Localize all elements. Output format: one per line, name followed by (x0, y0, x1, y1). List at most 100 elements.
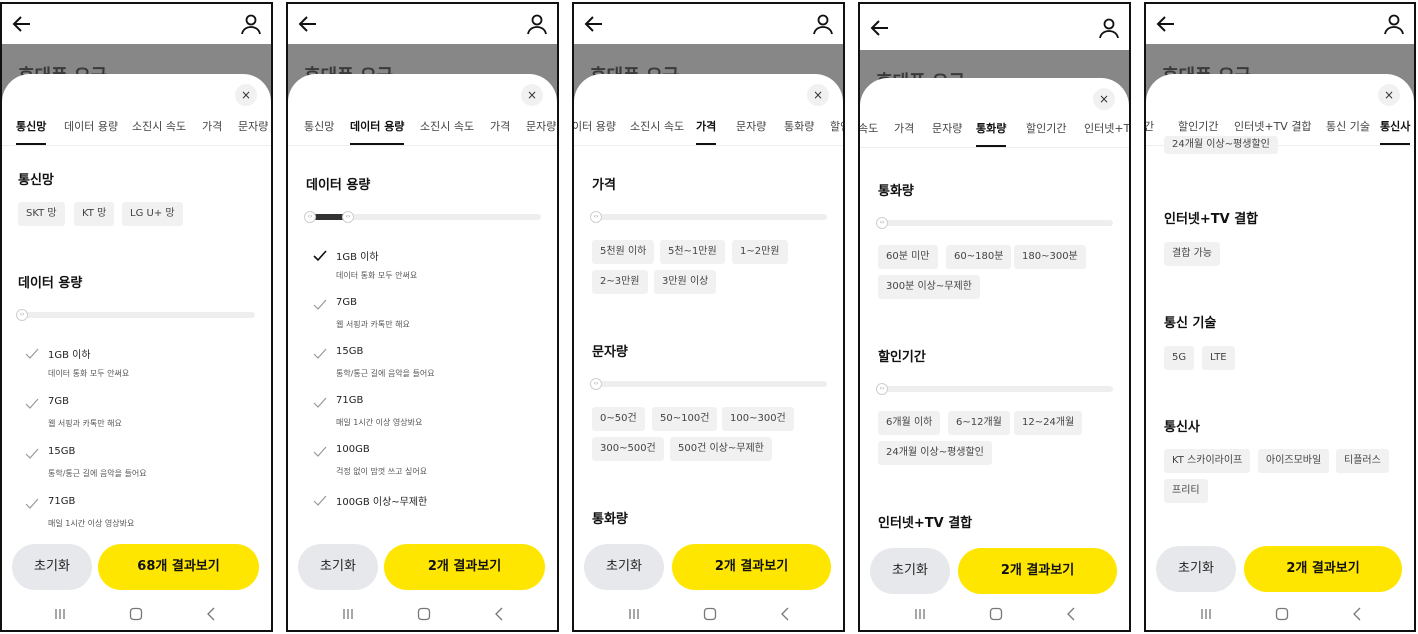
data-slider[interactable]: ‹› (16, 309, 255, 321)
chip-tech[interactable]: LTE (1202, 346, 1235, 370)
tab-data[interactable]: 데이터 용량 (350, 112, 405, 145)
recent-apps-icon[interactable] (912, 606, 928, 622)
voice-slider[interactable]: ‹› (876, 217, 1113, 229)
tab-discount[interactable]: 할인기간 (1026, 114, 1066, 147)
data-option[interactable]: 1GB 이하 데이터 통화 모두 안써요 (24, 346, 261, 390)
chip-discount[interactable]: 24개월 이상~평생할인 (878, 441, 992, 465)
reset-button[interactable]: 초기화 (584, 544, 664, 590)
data-option[interactable]: 71GB 매일 1시간 이상 영상봐요 (24, 496, 261, 540)
tab-price[interactable]: 가격 (490, 112, 510, 145)
price-slider[interactable]: ‹› (590, 211, 827, 223)
tab-sms[interactable]: 문자량 (932, 114, 962, 147)
nav-back-icon[interactable] (1350, 606, 1366, 622)
person-icon[interactable] (239, 12, 263, 36)
tab-speed[interactable]: 소진시 속도 (630, 112, 684, 145)
tab-sms[interactable]: 문자량 (238, 112, 268, 145)
show-results-button[interactable]: 2개 결과보기 (384, 544, 545, 590)
tab-data[interactable]: 데이터 용량 (64, 112, 118, 145)
chip-sms[interactable]: 500건 이상~무제한 (670, 437, 772, 461)
chip-network[interactable]: SKT 망 (18, 202, 65, 226)
back-arrow-icon[interactable] (1154, 12, 1178, 36)
close-icon[interactable]: × (1093, 88, 1115, 110)
back-arrow-icon[interactable] (10, 12, 34, 36)
data-slider[interactable]: ‹› ‹› (304, 211, 541, 223)
tab-speed[interactable]: 소진시 속도 (420, 112, 474, 145)
person-icon[interactable] (1382, 12, 1406, 36)
sms-slider[interactable]: ‹› (590, 378, 827, 390)
data-option[interactable]: 7GB 웹 서핑과 카톡만 해요 (312, 297, 547, 341)
chip-carrier[interactable]: 티플러스 (1336, 449, 1389, 473)
tab-voice[interactable]: 통화량 (784, 112, 814, 145)
nav-back-icon[interactable] (778, 606, 794, 622)
chip-carrier[interactable]: 아이즈모바일 (1258, 449, 1330, 473)
home-icon[interactable] (1274, 606, 1290, 622)
nav-back-icon[interactable] (492, 606, 508, 622)
slider-handle-min[interactable]: ‹› (304, 211, 316, 223)
discount-slider[interactable]: ‹› (876, 383, 1113, 395)
back-arrow-icon[interactable] (296, 12, 320, 36)
close-icon[interactable]: × (1378, 84, 1400, 106)
recent-apps-icon[interactable] (1198, 606, 1214, 622)
chip-price[interactable]: 3만원 이상 (654, 270, 717, 294)
show-results-button[interactable]: 2개 결과보기 (958, 548, 1117, 594)
chip-network[interactable]: KT 망 (74, 202, 115, 226)
reset-button[interactable]: 초기화 (870, 548, 950, 594)
data-option[interactable]: 15GB 통학/통근 길에 음악을 들어요 (24, 446, 261, 490)
tab-price[interactable]: 가격 (202, 112, 222, 145)
close-icon[interactable]: × (235, 84, 257, 106)
chip-price[interactable]: 5천원 이하 (592, 240, 655, 264)
tab-sms[interactable]: 문자량 (736, 112, 766, 145)
tab-speed[interactable]: 속도 (860, 114, 878, 147)
reset-button[interactable]: 초기화 (12, 544, 92, 590)
chip-voice[interactable]: 60~180분 (946, 245, 1012, 269)
chip-voice[interactable]: 180~300분 (1014, 245, 1086, 269)
home-icon[interactable] (702, 606, 718, 622)
chip-bundle[interactable]: 결합 가능 (1164, 242, 1220, 266)
slider-handle[interactable]: ‹› (16, 309, 28, 321)
tab-price[interactable]: 가격 (696, 112, 717, 145)
chip-sms[interactable]: 100~300건 (722, 407, 794, 431)
data-option[interactable]: 7GB 웹 서핑과 카톡만 해요 (24, 396, 261, 440)
data-option[interactable]: 71GB 매일 1시간 이상 영상봐요 (312, 395, 547, 439)
chip-sms[interactable]: 50~100건 (652, 407, 718, 431)
show-results-button[interactable]: 2개 결과보기 (672, 544, 831, 590)
chip-discount[interactable]: 24개월 이상~평생할인 (1164, 136, 1278, 154)
reset-button[interactable]: 초기화 (298, 544, 378, 590)
home-icon[interactable] (128, 606, 144, 622)
chip-voice[interactable]: 60분 미만 (878, 245, 938, 269)
tab-data[interactable]: 이터 용량 (574, 112, 616, 145)
chip-price[interactable]: 2~3만원 (592, 270, 648, 294)
tab-tech[interactable]: 통신 기술 (1326, 112, 1370, 145)
chip-carrier[interactable]: KT 스카이라이프 (1164, 449, 1251, 473)
chip-discount[interactable]: 12~24개월 (1014, 411, 1083, 435)
person-icon[interactable] (1097, 16, 1121, 40)
chip-discount[interactable]: 6개월 이하 (878, 411, 941, 435)
data-option[interactable]: 15GB 통학/통근 길에 음악을 들어요 (312, 346, 547, 390)
show-results-button[interactable]: 2개 결과보기 (1244, 546, 1402, 592)
recent-apps-icon[interactable] (626, 606, 642, 622)
back-arrow-icon[interactable] (582, 12, 606, 36)
chip-tech[interactable]: 5G (1164, 346, 1195, 370)
chip-price[interactable]: 1~2만원 (732, 240, 788, 264)
slider-handle-max[interactable]: ‹› (342, 211, 354, 223)
chip-sms[interactable]: 300~500건 (592, 437, 664, 461)
chip-sms[interactable]: 0~50건 (592, 407, 645, 431)
close-icon[interactable]: × (807, 84, 829, 106)
tab-carrier[interactable]: 통신사 (1380, 112, 1411, 145)
chip-price[interactable]: 5천~1만원 (660, 240, 725, 264)
close-icon[interactable]: × (521, 84, 543, 106)
slider-handle[interactable]: ‹› (590, 378, 602, 390)
data-option[interactable]: 100GB 걱정 없이 맘껏 쓰고 싶어요 (312, 444, 547, 488)
nav-back-icon[interactable] (204, 606, 220, 622)
nav-back-icon[interactable] (1064, 606, 1080, 622)
chip-voice[interactable]: 300분 이상~무제한 (878, 275, 980, 299)
tab-speed[interactable]: 소진시 속도 (132, 112, 186, 145)
data-option-selected[interactable]: 1GB 이하 데이터 통화 모두 안써요 (312, 248, 547, 292)
slider-handle[interactable]: ‹› (876, 383, 888, 395)
slider-handle[interactable]: ‹› (590, 211, 602, 223)
tab-voice[interactable]: 통화량 (976, 114, 1007, 147)
recent-apps-icon[interactable] (52, 606, 68, 622)
home-icon[interactable] (988, 606, 1004, 622)
slider-handle[interactable]: ‹› (876, 217, 888, 229)
back-arrow-icon[interactable] (868, 16, 892, 40)
